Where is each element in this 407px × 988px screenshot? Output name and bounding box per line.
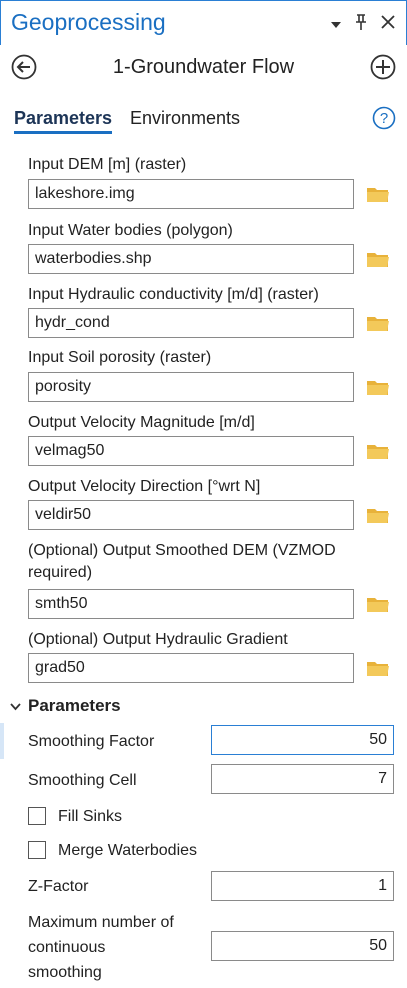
- tool-nav: 1-Groundwater Flow: [0, 50, 407, 86]
- folder-icon[interactable]: [366, 314, 390, 332]
- focus-indicator: [0, 723, 4, 759]
- z-factor-input[interactable]: 1: [211, 871, 394, 901]
- fill-sinks-label: Fill Sinks: [58, 808, 123, 825]
- folder-icon[interactable]: [366, 595, 390, 613]
- param-label-smoothed-dem: (Optional) Output Smoothed DEM (VZMOD re…: [28, 542, 336, 581]
- chevron-down-icon[interactable]: [330, 15, 342, 35]
- merge-waterbodies-label: Merge Waterbodies: [58, 842, 198, 859]
- param-label-hydraulic-gradient: (Optional) Output Hydraulic Gradient: [28, 631, 288, 648]
- help-glyph: ?: [380, 110, 388, 127]
- folder-icon[interactable]: [366, 378, 390, 396]
- max-continuous-smoothing-label: smoothing: [28, 964, 102, 981]
- chevron-down-icon: [10, 700, 24, 714]
- pane-controls: [330, 13, 396, 36]
- output-velocity-direction-field[interactable]: veldir50: [28, 500, 354, 530]
- param-label-input-dem: Input DEM [m] (raster): [28, 156, 187, 173]
- smoothing-cell-input[interactable]: 7: [211, 764, 394, 794]
- folder-icon[interactable]: [366, 659, 390, 677]
- smoothing-cell-label: Smoothing Cell: [28, 772, 137, 789]
- param-label-hydraulic-conductivity: Input Hydraulic conductivity [m/d] (rast…: [28, 286, 319, 303]
- smoothing-factor-input[interactable]: 50: [211, 725, 394, 755]
- section-parameters-header[interactable]: Parameters: [10, 696, 121, 716]
- pane-title-bar: Geoprocessing: [0, 0, 407, 45]
- pin-icon[interactable]: [354, 13, 368, 36]
- max-continuous-smoothing-input[interactable]: 50: [211, 931, 394, 961]
- smoothing-factor-label: Smoothing Factor: [28, 733, 155, 750]
- output-smoothed-dem-field[interactable]: smth50: [28, 589, 354, 619]
- tab-parameters[interactable]: Parameters: [14, 108, 113, 134]
- input-soil-porosity-field[interactable]: porosity: [28, 372, 354, 402]
- input-dem-field[interactable]: lakeshore.img: [28, 179, 354, 209]
- fill-sinks-checkbox[interactable]: [28, 807, 46, 825]
- folder-icon[interactable]: [366, 185, 390, 203]
- output-hydraulic-gradient-field[interactable]: grad50: [28, 653, 354, 683]
- pane-title: Geoprocessing: [11, 9, 166, 35]
- z-factor-label: Z-Factor: [28, 878, 89, 895]
- folder-icon[interactable]: [366, 442, 390, 460]
- param-label-soil-porosity: Input Soil porosity (raster): [28, 349, 212, 366]
- tab-environments[interactable]: Environments: [130, 108, 240, 129]
- input-water-bodies-field[interactable]: waterbodies.shp: [28, 244, 354, 274]
- merge-waterbodies-checkbox[interactable]: [28, 841, 46, 859]
- close-icon[interactable]: [380, 14, 396, 35]
- max-continuous-smoothing-label: continuous: [28, 939, 106, 956]
- folder-icon[interactable]: [366, 506, 390, 524]
- help-icon[interactable]: ?: [372, 106, 396, 130]
- input-hydraulic-conductivity-field[interactable]: hydr_cond: [28, 308, 354, 338]
- section-title: Parameters: [28, 696, 121, 715]
- tool-name: 1-Groundwater Flow: [112, 56, 295, 78]
- param-label-velocity-magnitude: Output Velocity Magnitude [m/d]: [28, 414, 255, 431]
- output-velocity-magnitude-field[interactable]: velmag50: [28, 436, 354, 466]
- add-circle-icon[interactable]: [370, 54, 396, 80]
- max-continuous-smoothing-label: Maximum number of: [28, 914, 174, 931]
- param-label-velocity-direction: Output Velocity Direction [°wrt N]: [28, 478, 261, 495]
- folder-icon[interactable]: [366, 250, 390, 268]
- param-label-water-bodies: Input Water bodies (polygon): [28, 222, 233, 239]
